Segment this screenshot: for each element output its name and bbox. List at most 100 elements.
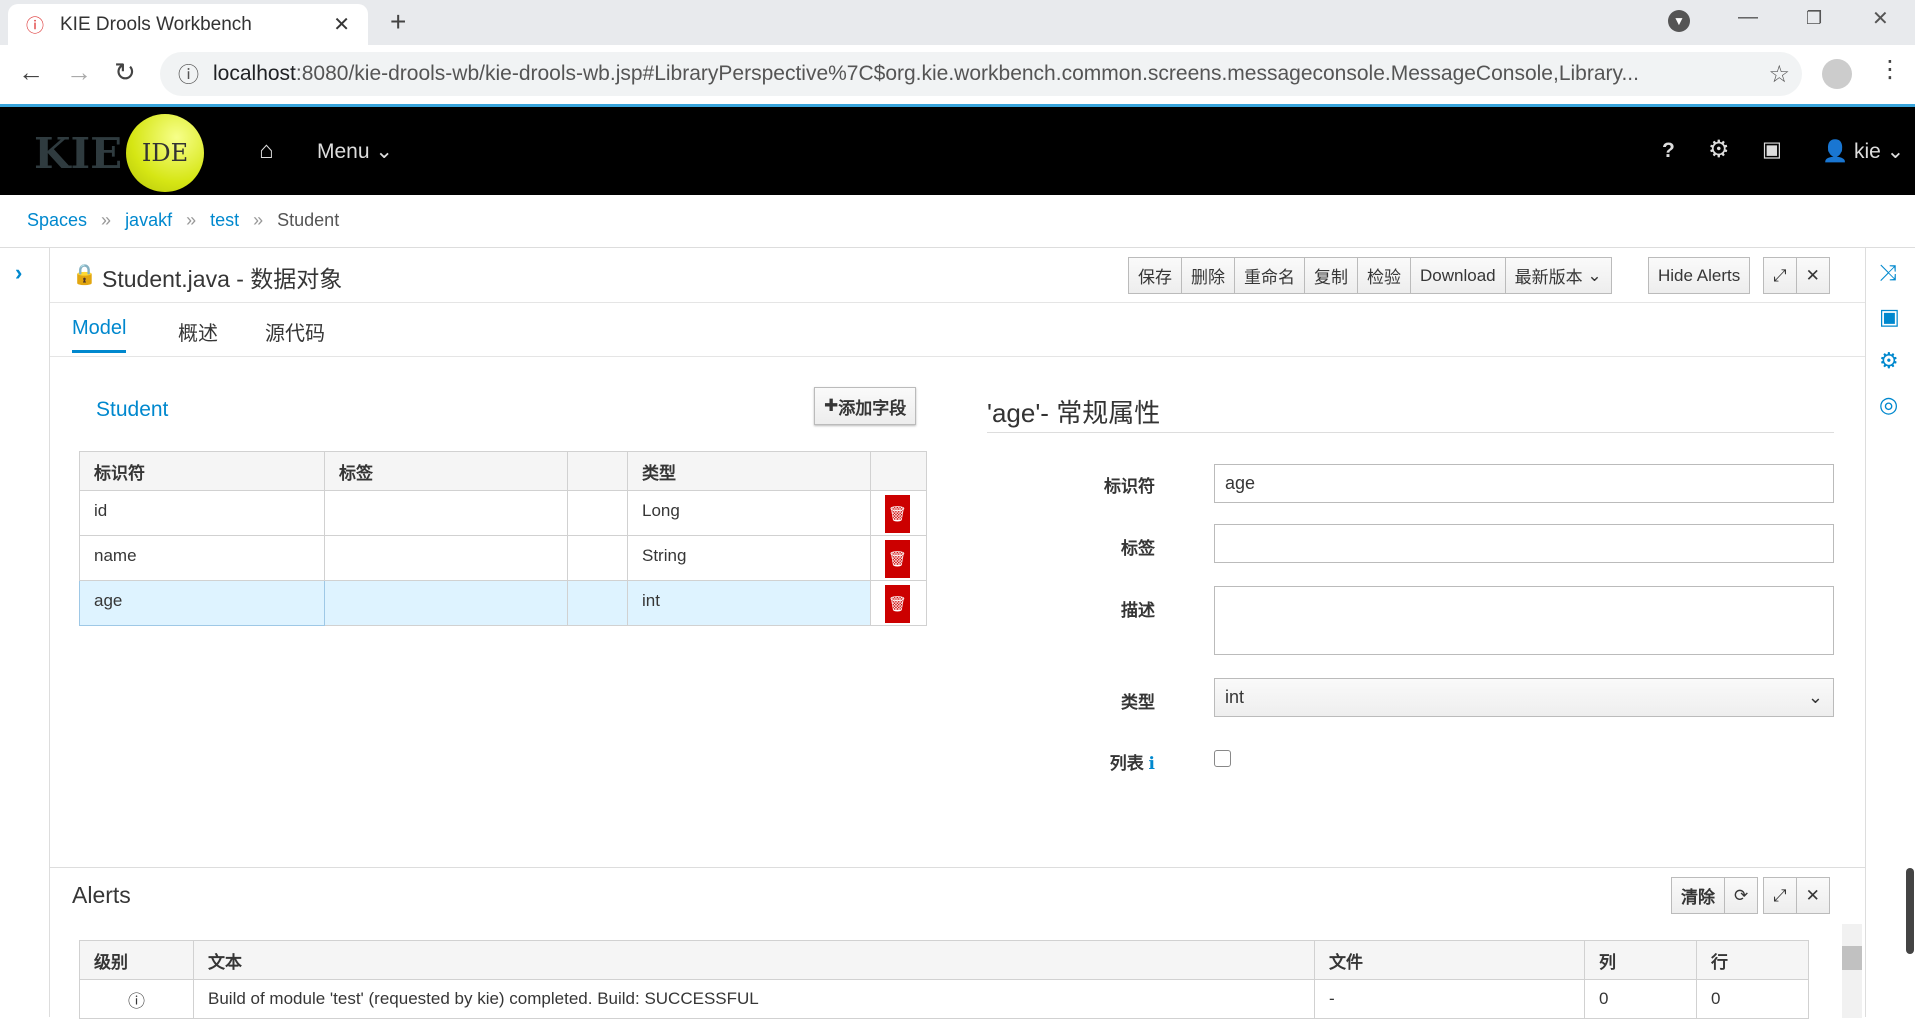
forward-icon[interactable]: → (66, 57, 92, 88)
editor-title: Student.java - 数据对象 (102, 266, 343, 292)
delete-field-button[interactable]: 🗑 (885, 540, 910, 578)
hide-alerts-button[interactable]: Hide Alerts (1648, 257, 1751, 294)
restore-icon[interactable]: ❐ (1806, 8, 1822, 29)
briefcase-icon[interactable]: ▣ (1879, 304, 1900, 330)
label-input[interactable] (1214, 524, 1834, 563)
breadcrumb-separator: » (253, 210, 264, 230)
alerts-scrollbar[interactable] (1842, 924, 1862, 1018)
editor-title-bar: 🔒 Student.java - 数据对象 保存 删除 重命名 复制 检验 Do… (50, 248, 1865, 303)
reload-icon[interactable]: ↻ (114, 57, 136, 88)
settings-gear-icon[interactable]: ⚙ (1708, 135, 1730, 164)
save-button[interactable]: 保存 (1128, 257, 1182, 294)
maximize-icon[interactable]: ⤢ (1763, 257, 1797, 294)
list-label-wrap: 列表 ℹ (955, 749, 1155, 774)
ide-logo-badge[interactable]: IDE (126, 114, 204, 192)
description-label: 描述 (1121, 601, 1155, 620)
close-icon[interactable]: ✕ (1795, 257, 1830, 294)
type-value: int (1225, 687, 1245, 707)
table-row[interactable]: ⓘ Build of module 'test' (requested by k… (79, 979, 1809, 1019)
type-label: 类型 (1121, 693, 1155, 712)
home-icon[interactable]: ⌂ (259, 137, 274, 165)
delete-field-button[interactable]: 🗑 (885, 585, 910, 623)
field-type: Long (627, 490, 871, 536)
url-input[interactable]: ⓘ localhost:8080/kie-drools-wb/kie-drool… (160, 52, 1802, 96)
rename-button[interactable]: 重命名 (1234, 257, 1305, 294)
menu-dropdown[interactable]: Menu ⌄ (317, 139, 393, 164)
info-level-icon: ⓘ (79, 979, 194, 1019)
alert-text: Build of module 'test' (requested by kie… (193, 979, 1315, 1019)
address-bar-row: ← → ↻ ⓘ localhost:8080/kie-drools-wb/kie… (0, 45, 1915, 105)
data-object-name[interactable]: Student (96, 398, 168, 422)
trash-icon: 🗑 (887, 551, 908, 568)
info-icon[interactable]: ℹ (1149, 754, 1155, 773)
breadcrumb-space[interactable]: javakf (125, 210, 172, 231)
account-icon[interactable] (1822, 59, 1852, 89)
column-header[interactable]: 标识符 (79, 451, 325, 491)
bookmark-star-icon[interactable]: ☆ (1768, 60, 1790, 89)
help-icon[interactable]: ? (1662, 139, 1675, 163)
column-header[interactable]: 列 (1584, 940, 1697, 980)
browser-menu-icon[interactable]: ⋮ (1878, 55, 1902, 84)
fields-table: 标识符 标签 类型 id Long 🗑 name String 🗑 age int 🗑 (79, 451, 927, 626)
column-header[interactable]: 文本 (193, 940, 1315, 980)
add-field-button[interactable]: ✚ 添加字段 (814, 387, 917, 425)
minimize-icon[interactable]: — (1738, 6, 1758, 29)
table-row[interactable]: name String 🗑 (79, 535, 927, 581)
close-tab-icon[interactable]: ✕ (333, 12, 350, 37)
version-dropdown[interactable]: 最新版本 ⌄ (1504, 257, 1612, 294)
list-checkbox[interactable] (1214, 750, 1231, 767)
scrollbar-thumb[interactable] (1842, 946, 1862, 970)
plus-icon: ✚ (824, 396, 839, 415)
tab-model[interactable]: Model (72, 317, 127, 353)
column-header[interactable]: 文件 (1314, 940, 1585, 980)
close-icon[interactable]: ✕ (1795, 877, 1830, 914)
profile-dropdown-icon[interactable]: ▼ (1668, 10, 1690, 32)
type-select[interactable]: int ⌄ (1214, 678, 1834, 717)
briefcase-icon[interactable]: ▣ (1762, 137, 1782, 162)
validate-button[interactable]: 检验 (1357, 257, 1411, 294)
field-type: String (627, 535, 871, 581)
field-id[interactable]: name (79, 535, 325, 581)
user-menu[interactable]: 👤 kie ⌄ (1822, 139, 1904, 164)
gear-icon[interactable]: ⚙ (1879, 348, 1899, 374)
alerts-table: 级别 文本 文件 列 行 ⓘ Build of module 'test' (r… (79, 940, 1809, 1019)
actions-cell: 🗑 (870, 580, 927, 626)
column-header (870, 451, 927, 491)
column-header[interactable]: 标签 (324, 451, 568, 491)
description-textarea[interactable] (1214, 586, 1834, 655)
breadcrumb-spaces[interactable]: Spaces (27, 210, 87, 231)
kie-logo[interactable]: KIE (34, 129, 122, 178)
editor-actions: 保存 删除 重命名 复制 检验 Download 最新版本 ⌄ (1128, 257, 1612, 294)
download-button[interactable]: Download (1410, 257, 1506, 294)
delete-button[interactable]: 删除 (1181, 257, 1235, 294)
breadcrumb-current: Student (277, 210, 340, 230)
identifier-input[interactable]: age (1214, 464, 1834, 503)
column-header[interactable]: 级别 (79, 940, 194, 980)
field-label (324, 580, 568, 626)
browser-tab[interactable]: ⓘ KIE Drools Workbench ✕ (8, 4, 368, 45)
tab-source[interactable]: 源代码 (265, 317, 325, 346)
column-header[interactable]: 行 (1696, 940, 1809, 980)
globe-icon[interactable]: ◎ (1879, 392, 1898, 418)
maximize-icon[interactable]: ⤢ (1763, 877, 1797, 914)
back-icon[interactable]: ← (18, 57, 44, 88)
refresh-icon[interactable]: ⟳ (1724, 877, 1759, 914)
scroll-indicator[interactable] (1906, 868, 1914, 954)
expand-chevron-icon[interactable]: › (15, 260, 22, 286)
window-close-icon[interactable]: ✕ (1872, 6, 1889, 31)
tab-overview[interactable]: 概述 (178, 317, 218, 346)
new-tab-icon[interactable]: + (390, 6, 406, 38)
field-id[interactable]: age (79, 580, 325, 626)
trash-icon: 🗑 (887, 506, 908, 523)
clear-button[interactable]: 清除 (1671, 877, 1725, 914)
table-row-selected[interactable]: age int 🗑 (79, 580, 927, 626)
field-id[interactable]: id (79, 490, 325, 536)
url-host: localhost (213, 62, 296, 85)
column-header[interactable]: 类型 (627, 451, 871, 491)
breadcrumb-project[interactable]: test (210, 210, 239, 231)
shuffle-icon[interactable]: ⤨ (1879, 260, 1897, 286)
copy-button[interactable]: 复制 (1304, 257, 1358, 294)
table-row[interactable]: id Long 🗑 (79, 490, 927, 536)
spacer-cell (567, 580, 628, 626)
delete-field-button[interactable]: 🗑 (885, 495, 910, 533)
